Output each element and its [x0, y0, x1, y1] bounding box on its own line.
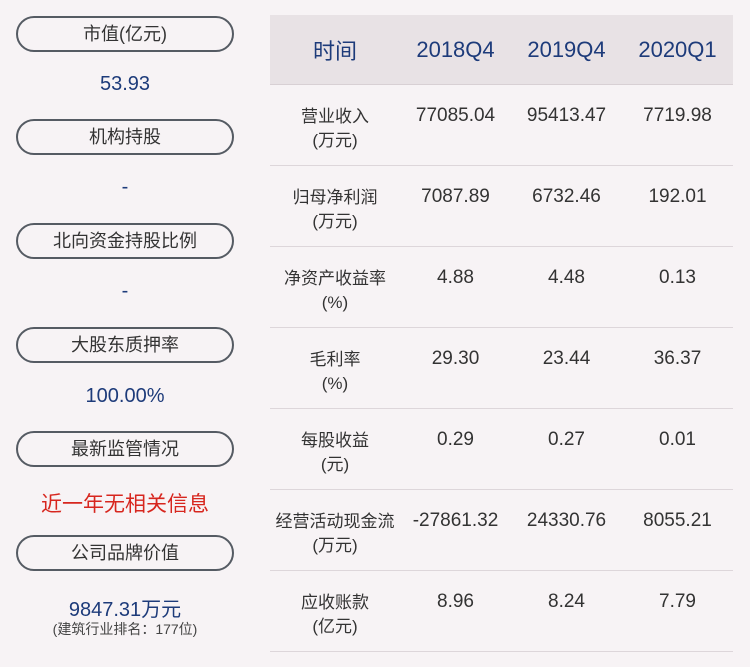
- cell-value: 23.44: [542, 348, 591, 369]
- northbound-ratio-value: -: [121, 280, 129, 302]
- cell-value: 6732.46: [532, 186, 601, 207]
- cell-value: 36.37: [653, 348, 702, 369]
- cell-value: 192.01: [648, 186, 707, 207]
- table-row: 每股收益 (元) 0.29 0.27 0.01: [270, 409, 733, 490]
- row-unit: (%): [321, 374, 349, 393]
- regulation-label: 最新监管情况: [16, 431, 234, 467]
- cell-value: 8.96: [437, 591, 474, 612]
- cell-value: 0.29: [437, 429, 474, 450]
- row-unit: (万元): [312, 536, 358, 555]
- header-2019q4: 2019Q4: [527, 36, 606, 62]
- header-time: 时间: [312, 38, 357, 64]
- institution-holding-value: -: [121, 176, 129, 198]
- header-2020q1: 2020Q1: [638, 36, 717, 62]
- brand-value-value: 9847.31万元: [68, 599, 182, 621]
- cell-value: 4.88: [437, 267, 474, 288]
- row-label: 每股收益: [301, 431, 369, 450]
- row-unit: (万元): [312, 131, 358, 150]
- cell-value: 8.24: [548, 591, 585, 612]
- cell-value: 7719.98: [643, 105, 712, 126]
- row-label: 应收账款: [301, 593, 369, 612]
- cell-value: -27861.32: [412, 510, 499, 531]
- cell-value: 77085.04: [415, 105, 496, 126]
- table-row: 毛利率 (%) 29.30 23.44 36.37: [270, 328, 733, 409]
- row-unit: (亿元): [312, 617, 358, 636]
- row-unit: (元): [320, 455, 350, 474]
- institution-holding-label: 机构持股: [16, 119, 234, 155]
- left-panel: 市值(亿元) 53.93 机构持股 - 北向资金持股比例 - 大股东质押率 10…: [0, 0, 250, 667]
- cell-value: 7.79: [659, 591, 696, 612]
- cell-value: 7087.89: [421, 186, 490, 207]
- cell-value: 4.48: [548, 267, 585, 288]
- table-row: 净资产收益率 (%) 4.88 4.48 0.13: [270, 247, 733, 328]
- table-row: 经营活动现金流 (万元) -27861.32 24330.76 8055.21: [270, 490, 733, 571]
- financial-table: 时间 2018Q4 2019Q4 2020Q1 营业收入 (万元) 77085.0…: [270, 15, 733, 652]
- pledge-rate-value: 100.00%: [85, 385, 165, 407]
- row-label: 净资产收益率: [284, 269, 386, 288]
- cell-value: 24330.76: [526, 510, 607, 531]
- row-label: 毛利率: [309, 350, 361, 369]
- header-2018q4: 2018Q4: [416, 36, 495, 62]
- market-cap-label: 市值(亿元): [16, 16, 234, 52]
- cell-value: 0.01: [659, 429, 696, 450]
- cell-value: 29.30: [431, 348, 480, 369]
- row-unit: (%): [321, 293, 349, 312]
- table-header: 时间 2018Q4 2019Q4 2020Q1: [270, 15, 733, 85]
- cell-value: 0.27: [548, 429, 585, 450]
- brand-rank-note: (建筑行业排名：177位): [52, 621, 198, 637]
- market-cap-value: 53.93: [99, 73, 151, 95]
- brand-value-label: 公司品牌价值: [16, 535, 234, 571]
- cell-value: 0.13: [659, 267, 696, 288]
- row-label: 营业收入: [301, 107, 369, 126]
- cell-value: 95413.47: [526, 105, 607, 126]
- regulation-value: 近一年无相关信息: [41, 493, 209, 516]
- row-unit: (万元): [312, 212, 358, 231]
- table-row: 营业收入 (万元) 77085.04 95413.47 7719.98: [270, 85, 733, 166]
- table-row: 应收账款 (亿元) 8.96 8.24 7.79: [270, 571, 733, 652]
- row-label: 归母净利润: [292, 188, 378, 207]
- pledge-rate-label: 大股东质押率: [16, 327, 234, 363]
- cell-value: 8055.21: [643, 510, 712, 531]
- row-label: 经营活动现金流: [275, 512, 395, 531]
- northbound-ratio-label: 北向资金持股比例: [16, 223, 234, 259]
- table-row: 归母净利润 (万元) 7087.89 6732.46 192.01: [270, 166, 733, 247]
